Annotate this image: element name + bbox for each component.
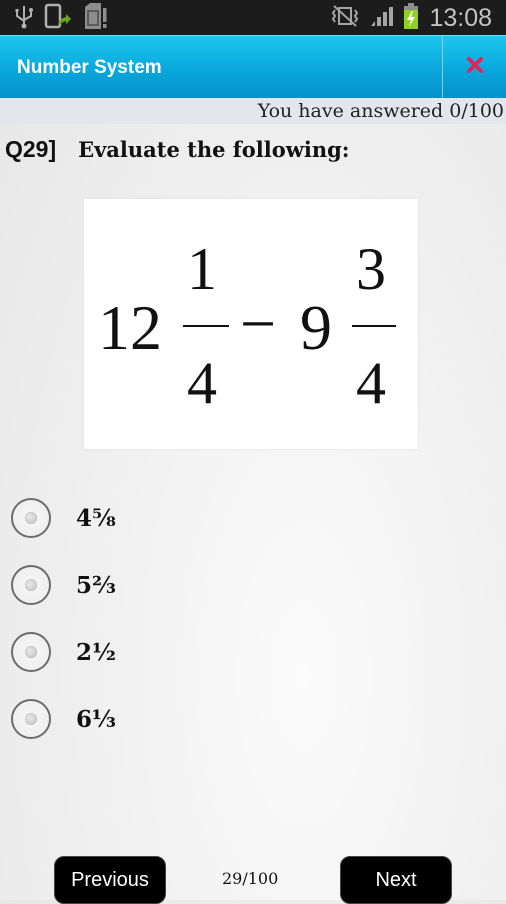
term2-denominator: 4 (356, 350, 386, 416)
term2-fraction-bar (352, 325, 396, 327)
vibrate-icon (331, 4, 359, 32)
battery-charging-icon (403, 2, 419, 35)
term1-whole: 12 (98, 292, 162, 363)
previous-button[interactable]: Previous (54, 856, 166, 904)
radio-button[interactable] (11, 498, 51, 538)
option-2[interactable]: 5⅔ (0, 557, 300, 613)
answered-count: You have answered 0/100 (257, 100, 504, 122)
question-heading: Q29] Evaluate the following: (5, 136, 350, 163)
sd-card-icon (82, 2, 108, 35)
math-expression: 12 1 4 − 9 3 4 (84, 199, 418, 449)
option-3[interactable]: 2½ (0, 624, 300, 680)
question-image: 12 1 4 − 9 3 4 (84, 199, 418, 449)
close-button[interactable] (443, 36, 506, 99)
term2-numerator: 3 (356, 236, 386, 302)
term2-whole: 9 (300, 292, 332, 363)
term1-denominator: 4 (187, 350, 217, 416)
question-text: Evaluate the following: (78, 137, 350, 162)
status-bar: 13:08 (0, 0, 506, 35)
radio-button[interactable] (11, 565, 51, 605)
usb-icon (14, 3, 34, 34)
signal-icon (369, 4, 394, 33)
option-4[interactable]: 6⅓ (0, 691, 300, 747)
next-button[interactable]: Next (340, 856, 452, 904)
close-icon (466, 56, 484, 79)
clock: 13:08 (429, 3, 492, 32)
option-label: 6⅓ (76, 705, 116, 733)
operator: − (240, 288, 277, 359)
radio-button[interactable] (11, 699, 51, 739)
page-indicator: 29/100 (222, 869, 279, 888)
option-label: 4⅝ (76, 504, 116, 532)
radio-button[interactable] (11, 632, 51, 672)
app-title: Number System (17, 57, 162, 78)
title-bar: Number System (0, 35, 506, 99)
term1-fraction-bar (183, 325, 229, 327)
option-label: 2½ (76, 638, 116, 666)
answered-bar: You have answered 0/100 (0, 98, 506, 124)
question-number: Q29] (5, 136, 57, 162)
option-label: 5⅔ (76, 571, 116, 599)
option-1[interactable]: 4⅝ (0, 490, 300, 546)
phone-update-icon (44, 2, 72, 35)
term1-numerator: 1 (187, 236, 217, 302)
